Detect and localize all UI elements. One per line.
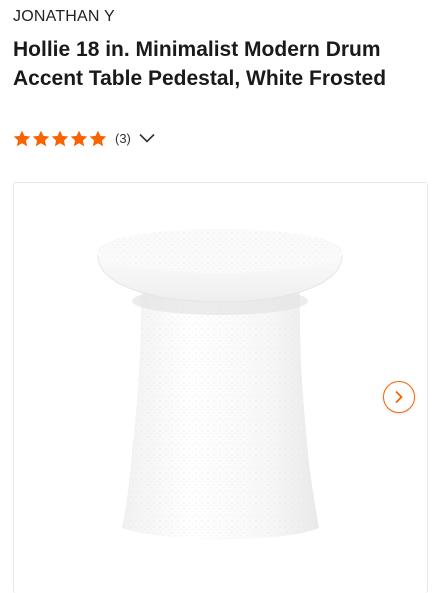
brand-name[interactable]: JONATHAN Y: [13, 8, 115, 26]
product-image-gallery[interactable]: [13, 182, 428, 593]
star-icon: [32, 130, 50, 147]
product-title: Hollie 18 in. Minimalist Modern Drum Acc…: [13, 38, 387, 90]
next-image-button[interactable]: [383, 381, 415, 413]
chevron-right-icon: [395, 390, 403, 404]
star-rating: [13, 130, 107, 147]
star-icon: [89, 130, 107, 147]
pedestal-table-image: [97, 229, 343, 540]
rating-row[interactable]: (3): [13, 127, 155, 149]
chevron-down-icon[interactable]: [139, 133, 155, 143]
review-count[interactable]: (3): [115, 131, 131, 146]
star-icon: [51, 130, 69, 147]
star-icon: [13, 130, 31, 147]
star-icon: [70, 130, 88, 147]
